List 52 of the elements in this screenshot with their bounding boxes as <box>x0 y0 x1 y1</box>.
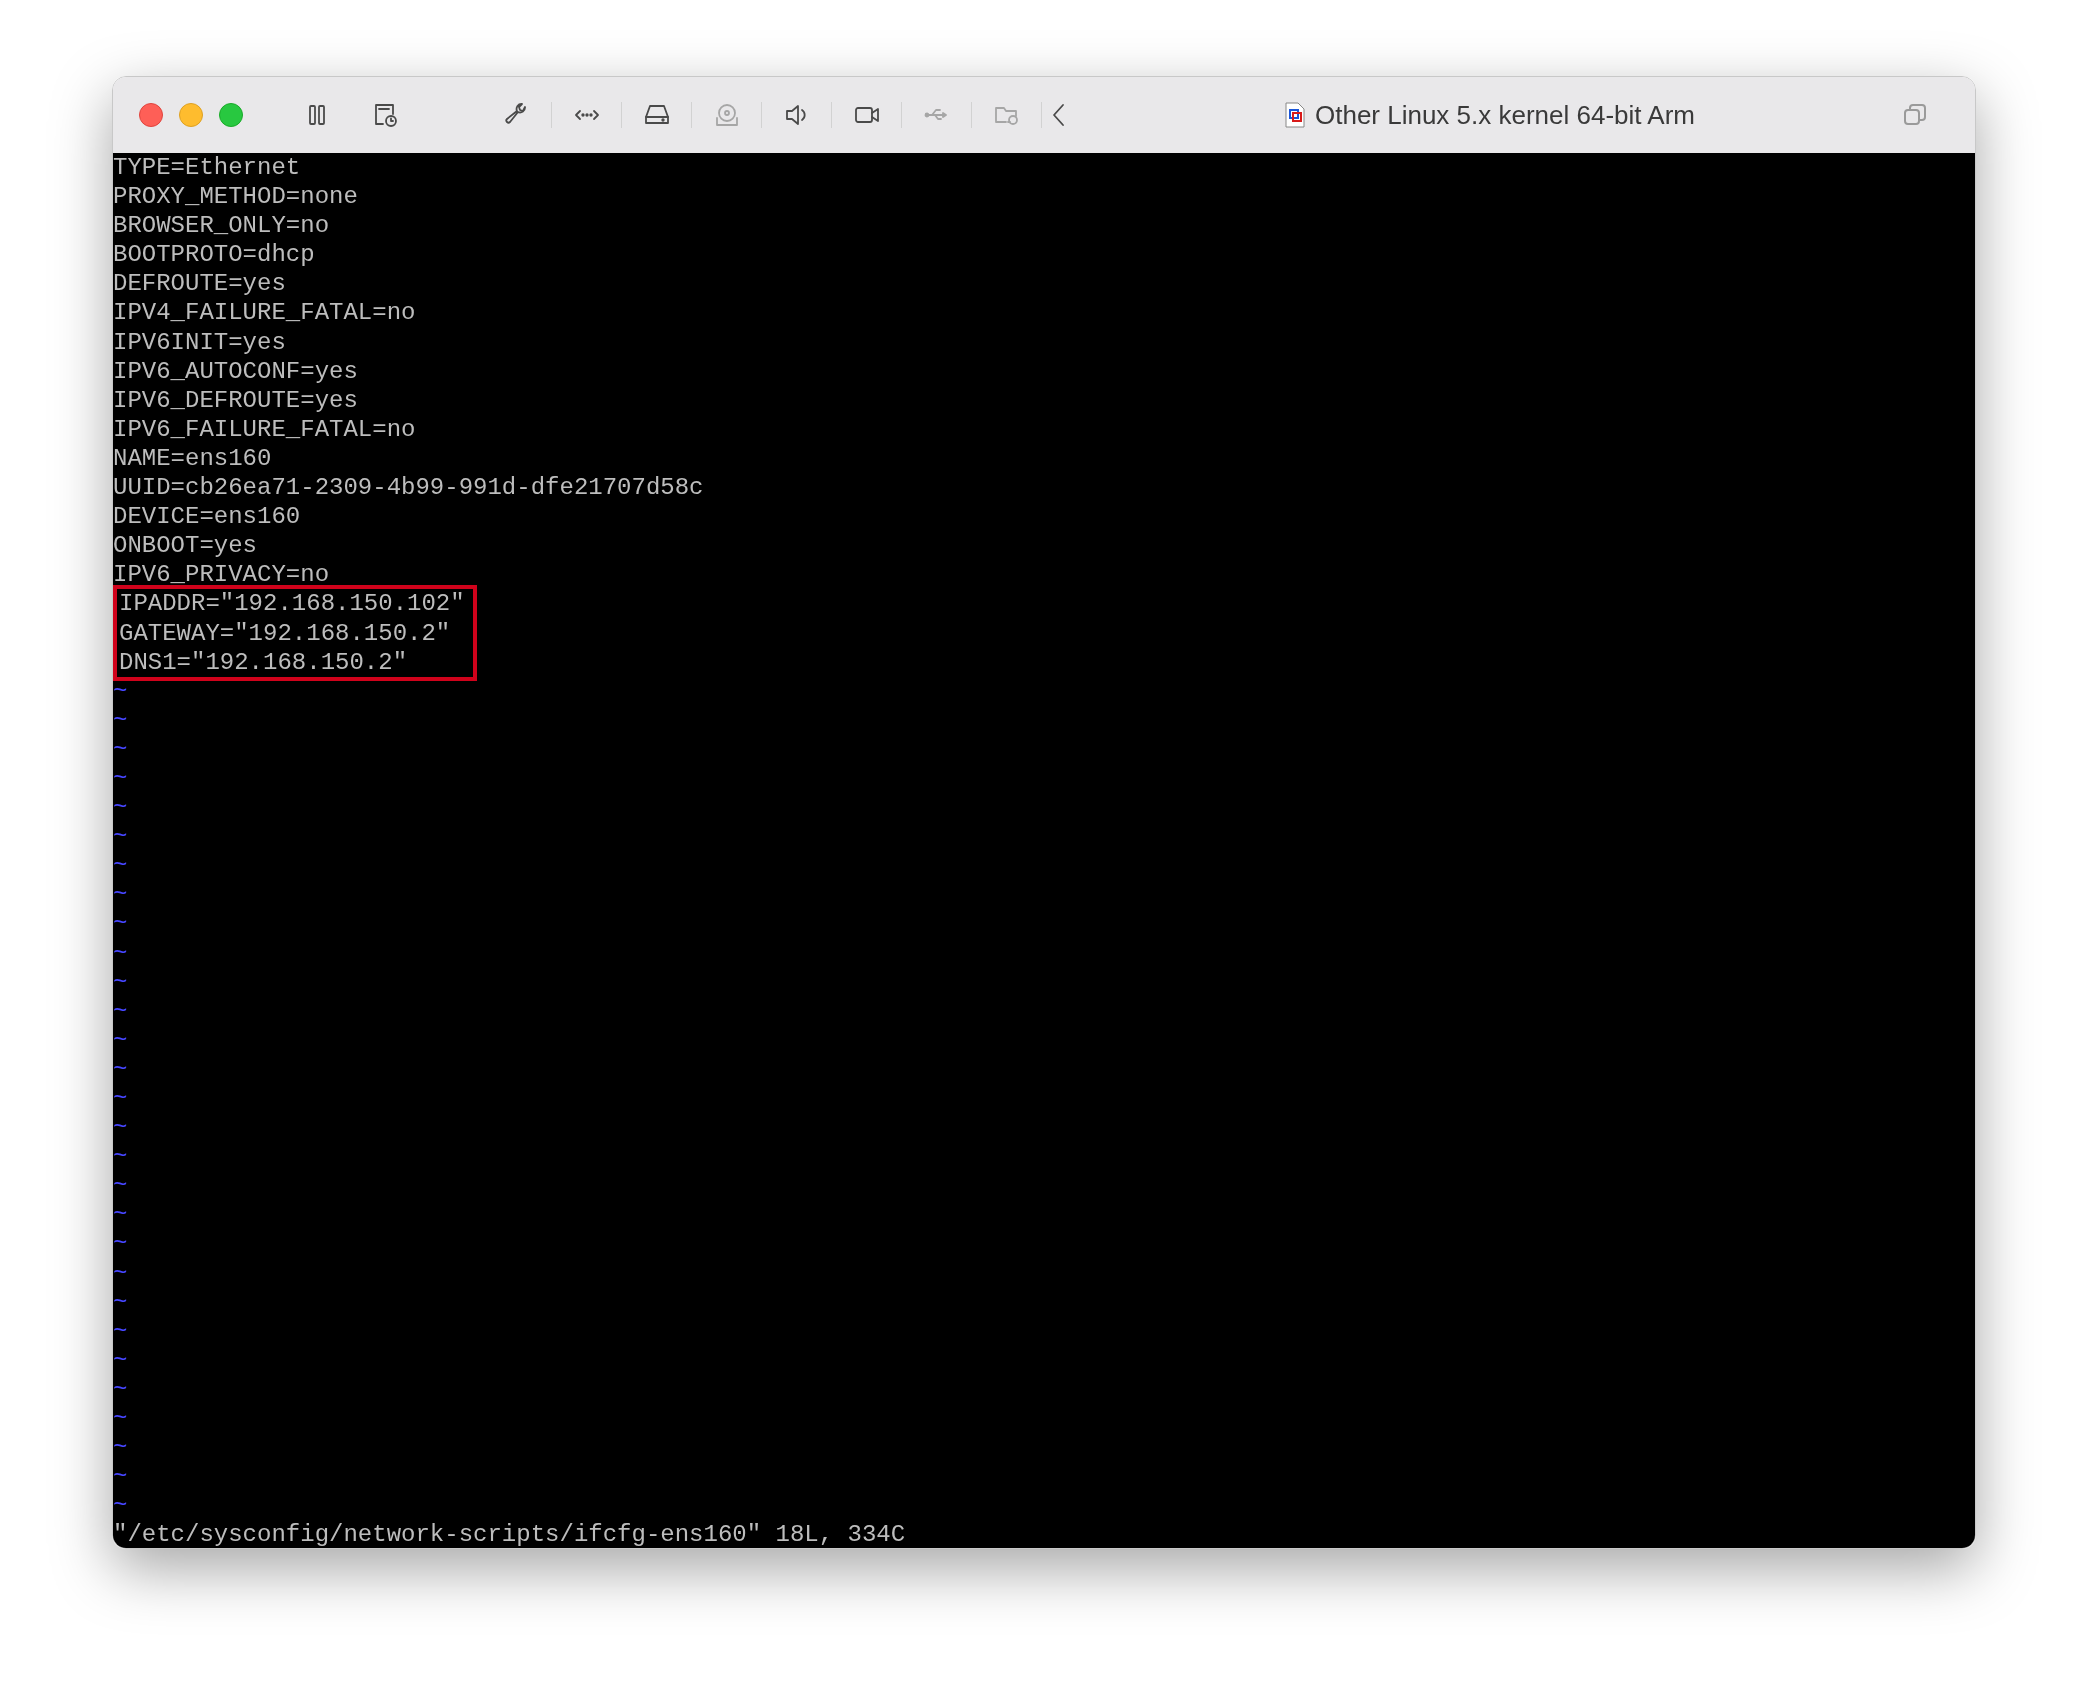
empty-line-marker: ~ <box>113 1230 128 1258</box>
config-line: IPV4_FAILURE_FATAL=no <box>113 298 417 328</box>
empty-line-marker: ~ <box>113 910 128 938</box>
status-line: "/etc/sysconfig/network-scripts/ifcfg-ens160" 18L, 334C <box>113 1520 907 1548</box>
empty-line-marker: ~ <box>113 794 128 822</box>
empty-line-marker: ~ <box>113 1375 128 1403</box>
empty-line-marker: ~ <box>113 706 128 734</box>
empty-line-marker: ~ <box>113 1259 128 1287</box>
config-line: BOOTPROTO=dhcp <box>113 240 316 270</box>
config-line: DNS1="192.168.150.2" <box>119 647 409 677</box>
empty-line-marker: ~ <box>113 823 128 851</box>
config-line: IPADDR="192.168.150.102" <box>119 589 466 619</box>
empty-line-marker: ~ <box>113 1172 128 1200</box>
window-title: Other Linux 5.x kernel 64-bit Arm <box>1314 98 1696 132</box>
config-line: DEFROUTE=yes <box>113 269 287 299</box>
empty-line-marker: ~ <box>113 1434 128 1462</box>
config-line: GATEWAY="192.168.150.2" <box>119 618 452 648</box>
config-line: ONBOOT=yes <box>113 531 259 561</box>
empty-line-marker: ~ <box>113 1201 128 1229</box>
config-line: PROXY_METHOD=none <box>113 182 359 212</box>
empty-line-marker: ~ <box>113 1114 128 1142</box>
config-line: IPV6_DEFROUTE=yes <box>113 385 359 415</box>
config-line: BROWSER_ONLY=no <box>113 211 331 241</box>
empty-line-marker: ~ <box>113 1463 128 1491</box>
empty-line-marker: ~ <box>113 1288 128 1316</box>
vm-file-icon <box>1284 102 1305 128</box>
config-line: IPV6INIT=yes <box>113 327 287 357</box>
empty-line-marker: ~ <box>113 1055 128 1083</box>
empty-line-marker: ~ <box>113 735 128 763</box>
empty-line-marker: ~ <box>113 852 128 880</box>
empty-line-marker: ~ <box>113 1143 128 1171</box>
empty-line-marker: ~ <box>113 764 128 792</box>
config-line: IPV6_PRIVACY=no <box>113 560 331 590</box>
empty-line-marker: ~ <box>113 1492 128 1520</box>
empty-line-marker: ~ <box>113 997 128 1025</box>
empty-line-marker: ~ <box>113 1346 128 1374</box>
config-line: TYPE=Ethernet <box>113 153 302 183</box>
empty-line-marker: ~ <box>113 881 128 909</box>
config-line: DEVICE=ens160 <box>113 502 302 532</box>
config-line: UUID=cb26ea71-2309-4b99-991d-dfe21707d58c <box>113 473 705 503</box>
close-button[interactable] <box>139 103 163 127</box>
empty-line-marker: ~ <box>113 1405 128 1433</box>
config-line: IPV6_AUTOCONF=yes <box>113 356 359 386</box>
snapshot-icon[interactable] <box>372 102 398 128</box>
empty-line-marker: ~ <box>113 939 128 967</box>
empty-line-marker: ~ <box>113 1026 128 1054</box>
empty-line-marker: ~ <box>113 968 128 996</box>
empty-line-marker: ~ <box>113 1085 128 1112</box>
config-line: NAME=ens160 <box>113 443 273 474</box>
empty-line-marker: ~ <box>113 1317 128 1345</box>
empty-line-marker: ~ <box>113 677 128 705</box>
config-line: IPV6_FAILURE_FATAL=no <box>113 414 417 444</box>
